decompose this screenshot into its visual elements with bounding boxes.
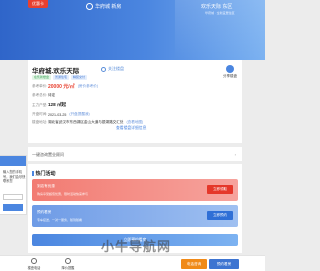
bell-icon bbox=[65, 258, 71, 264]
info-link[interactable]: (查看地图) bbox=[126, 120, 143, 125]
info-value: 20000 元/㎡ bbox=[48, 84, 75, 90]
consult-label: 一键咨询置业顾问 bbox=[32, 152, 64, 157]
promo-badge[interactable]: 优惠卡 bbox=[28, 0, 48, 8]
info-value: 待定 bbox=[48, 93, 56, 97]
book-viewing-button[interactable]: 立即预约看房 bbox=[32, 234, 238, 246]
follow-label: 关注楼盘 bbox=[108, 66, 124, 71]
info-row-total-price: 参考总价: 待定 bbox=[32, 93, 55, 98]
logo-text: 华府城 新房 bbox=[95, 4, 122, 10]
phone-input[interactable] bbox=[3, 194, 23, 200]
hero-subline: 华府城 · 全新宜居住区 bbox=[205, 11, 235, 15]
activity-desc: 专车接送，一对一服务，随到随看 bbox=[37, 218, 83, 222]
activity-item[interactable]: 到店有优惠 购房享受超值优惠，限时活动快来参与 立即领取 bbox=[32, 179, 238, 201]
reserve-button[interactable]: 立即预约 bbox=[207, 211, 233, 220]
bottom-nav-alert[interactable]: 降价提醒 bbox=[54, 258, 82, 270]
claim-button[interactable]: 立即领取 bbox=[207, 185, 233, 194]
tag: 精装交付 bbox=[71, 75, 88, 80]
activity-desc: 购房享受超值优惠，限时活动快来参与 bbox=[37, 192, 89, 196]
book-viewing-label: 立即预约看房 bbox=[123, 238, 147, 242]
activities-header: 热门活动 bbox=[32, 170, 56, 177]
activities-card: 热门活动 到店有优惠 购房享受超值优惠，限时活动快来参与 立即领取 预约看房 专… bbox=[28, 164, 242, 253]
hero-banner: 优惠卡 华府城 新房 欢乐天际 东区 华府城 · 全新宜居住区 bbox=[0, 0, 265, 60]
phone-icon bbox=[31, 258, 37, 264]
call-button[interactable]: 电话咨询 bbox=[181, 259, 207, 269]
info-row-unit-price: 参考单价: 20000 元/㎡ (房价参考价) bbox=[32, 83, 98, 90]
info-key: 主力户型: bbox=[32, 102, 48, 107]
bottom-nav-phone[interactable]: 楼盘电话 bbox=[20, 258, 48, 270]
site-logo[interactable]: 华府城 新房 bbox=[86, 3, 121, 10]
activities-title: 热门活动 bbox=[35, 171, 56, 177]
info-value: 湖北省武汉市东西湖区金山大道与银湖路交汇处 bbox=[48, 120, 124, 124]
share-button[interactable]: 分享楼盘 bbox=[222, 65, 238, 79]
info-link[interactable]: (开盘提醒我) bbox=[69, 112, 89, 117]
project-tags: 在售新楼盘 普通住宅 精装交付 bbox=[32, 75, 88, 80]
activity-item[interactable]: 预约看房 专车接送，一对一服务，随到随看 立即预约 bbox=[32, 205, 238, 227]
info-key: 开盘时间: bbox=[32, 112, 48, 116]
project-info-card: 华府城.欢乐天际 关注楼盘 分享楼盘 在售新楼盘 普通住宅 精装交付 参考单价:… bbox=[28, 60, 242, 143]
consult-bar[interactable]: 一键咨询置业顾问 › bbox=[28, 147, 242, 161]
info-key: 参考总价: bbox=[32, 93, 48, 97]
info-key: 楼盘地址: bbox=[32, 120, 48, 124]
info-value: 128 ㎡起 bbox=[48, 102, 67, 107]
tag: 在售新楼盘 bbox=[32, 75, 52, 80]
section-marker bbox=[32, 171, 34, 176]
follow-button[interactable]: 关注楼盘 bbox=[101, 66, 124, 72]
reserve-viewing-button[interactable]: 预约看房 bbox=[209, 259, 239, 269]
star-icon bbox=[101, 66, 106, 72]
lead-form-panel: 输入您的手机号，我们会尽快联系您 bbox=[0, 155, 27, 215]
project-title: 华府城.欢乐天际 bbox=[32, 68, 80, 75]
share-icon bbox=[226, 65, 234, 73]
bottom-nav-label: 楼盘电话 bbox=[27, 266, 41, 270]
chevron-right-icon: › bbox=[234, 152, 236, 157]
page: 优惠卡 华府城 新房 欢乐天际 东区 华府城 · 全新宜居住区 华府城.欢乐天际… bbox=[0, 0, 265, 271]
logo-mark-icon bbox=[86, 3, 93, 10]
info-row-layout: 主力户型: 128 ㎡起 bbox=[32, 102, 66, 108]
hero-headline: 欢乐天际 东区 bbox=[201, 4, 233, 10]
more-details-link[interactable]: 查看楼盘详细信息 bbox=[116, 126, 146, 131]
lead-form-text: 输入您的手机号，我们会尽快联系您 bbox=[3, 170, 26, 183]
info-row-open-date: 开盘时间: 2021-03-25 (开盘提醒我) bbox=[32, 112, 90, 117]
tag: 普通住宅 bbox=[53, 75, 70, 80]
activity-name: 到店有优惠 bbox=[37, 184, 55, 188]
bottom-bar: 楼盘电话 降价提醒 电话咨询 预约看房 bbox=[0, 255, 265, 271]
lead-submit-button[interactable] bbox=[3, 204, 23, 211]
info-value: 2021-03-25 bbox=[48, 112, 67, 117]
info-link[interactable]: (房价参考价) bbox=[78, 84, 98, 89]
share-label: 分享楼盘 bbox=[223, 74, 237, 78]
bottom-nav-label: 降价提醒 bbox=[61, 266, 75, 270]
activity-name: 预约看房 bbox=[37, 210, 52, 214]
info-row-address: 楼盘地址: 湖北省武汉市东西湖区金山大道与银湖路交汇处 (查看地图) bbox=[32, 120, 143, 125]
lead-form-header bbox=[0, 156, 26, 166]
info-key: 参考单价: bbox=[32, 84, 48, 88]
